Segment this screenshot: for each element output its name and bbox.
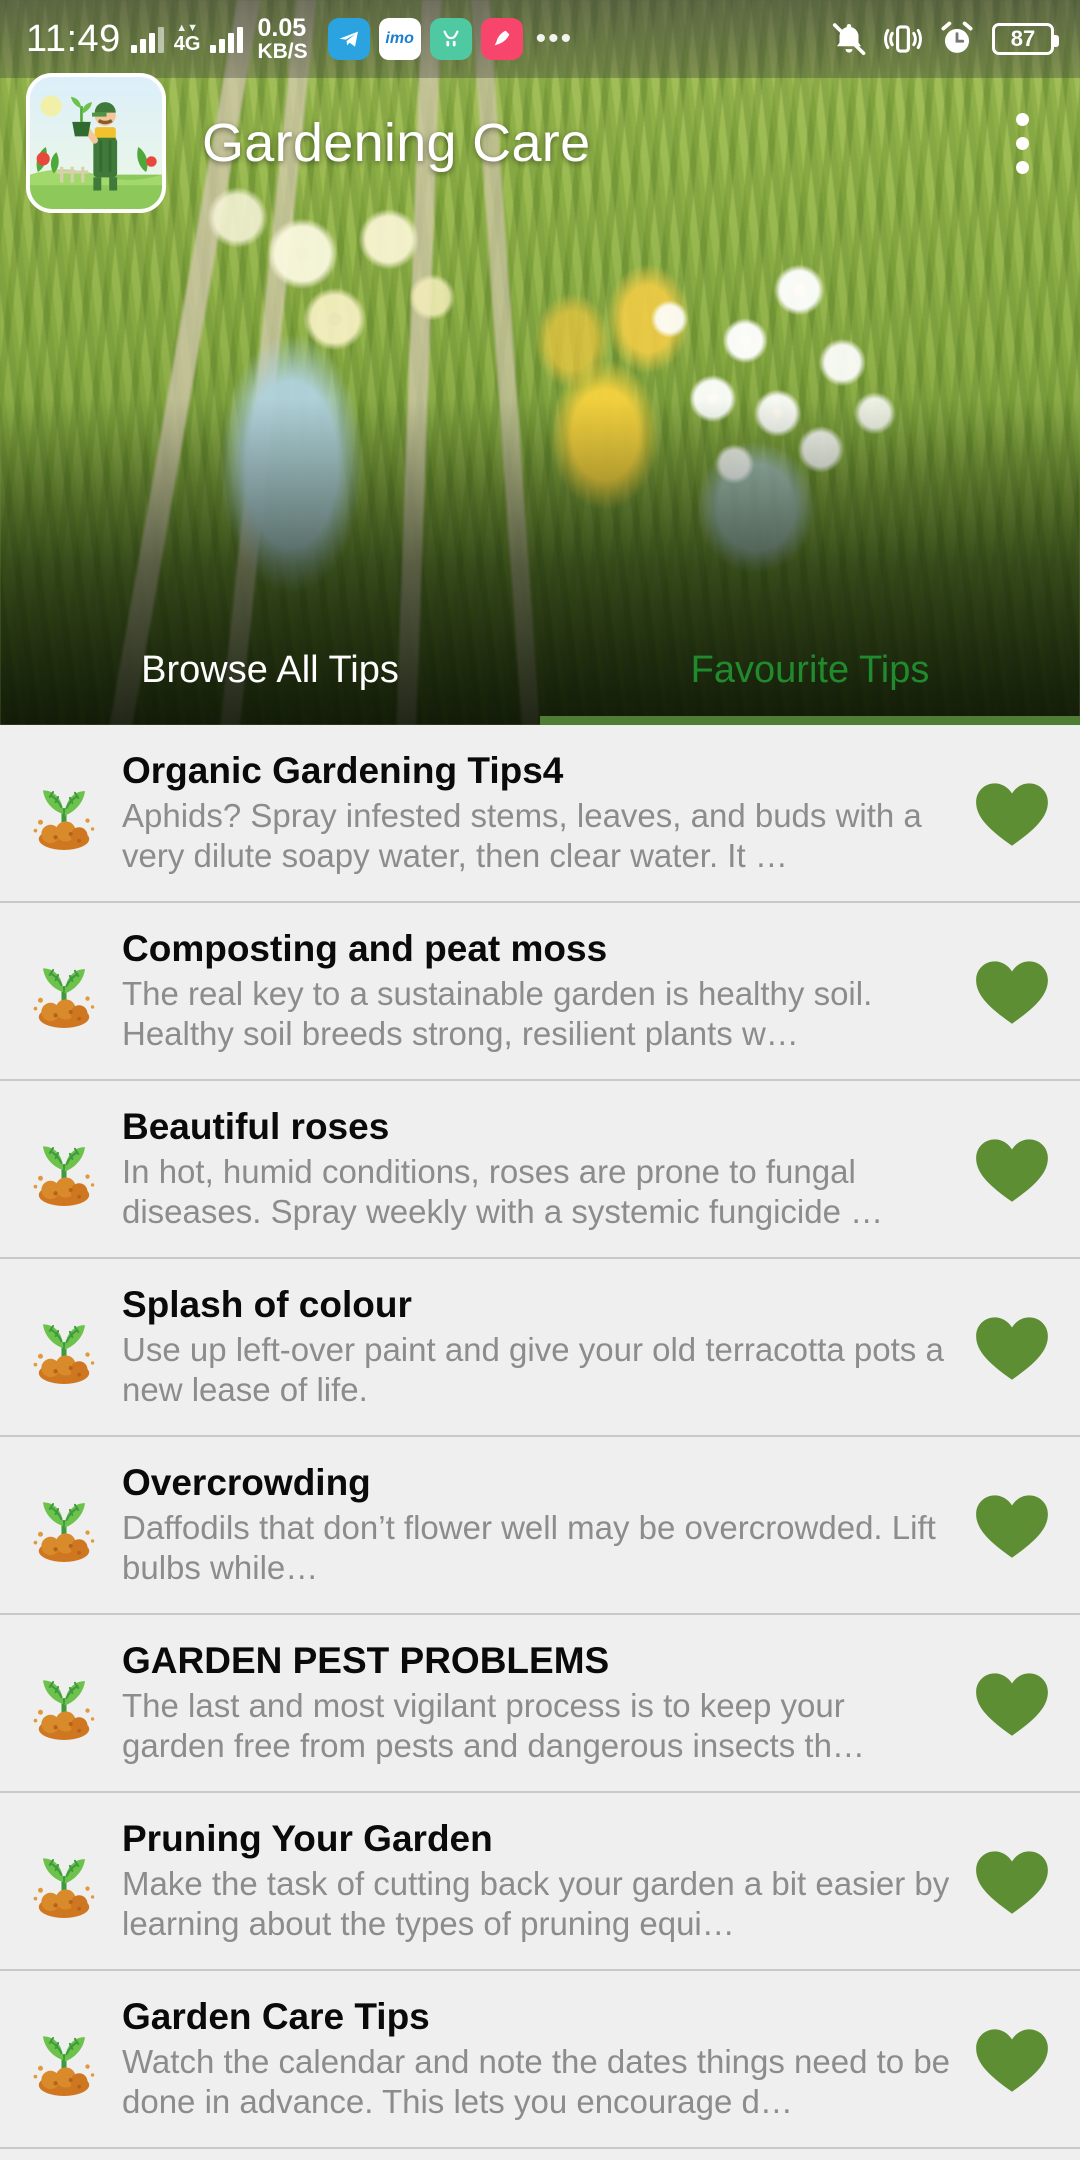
list-item-text: Beautiful roses In hot, humid conditions…: [110, 1106, 966, 1233]
seedling-icon: [18, 1648, 110, 1758]
overflow-menu-button[interactable]: [990, 95, 1054, 191]
list-item[interactable]: Composting and peat moss The real key to…: [0, 903, 1080, 1081]
favourite-button[interactable]: [966, 777, 1058, 849]
status-bar: 11:49 ▲▼ 4G 0.05 KB/S imo ••• 87: [0, 0, 1080, 78]
signal-bars-4g-icon: [210, 25, 244, 53]
heart-icon: [976, 961, 1048, 1024]
app-bar: Gardening Care: [0, 73, 1080, 213]
list-item[interactable]: Pruning Your Garden Make the task of cut…: [0, 1793, 1080, 1971]
seedling-icon: [18, 936, 110, 1046]
ringer-muted-icon: [830, 20, 868, 58]
network-speed-unit: KB/S: [257, 40, 308, 64]
list-item-description: Make the task of cutting back your garde…: [122, 1864, 950, 1942]
notification-app-icons: imo •••: [327, 18, 574, 60]
favourite-button[interactable]: [966, 1133, 1058, 1205]
seedling-icon: [18, 2004, 110, 2114]
imo-app-icon: imo: [378, 18, 421, 60]
list-item[interactable]: Splash of colour Use up left-over paint …: [0, 1259, 1080, 1437]
list-item-description: The last and most vigilant process is to…: [122, 1686, 865, 1764]
list-item-text: Pruning Your Garden Make the task of cut…: [110, 1818, 966, 1945]
page-title: Gardening Care: [202, 113, 591, 173]
telegram-app-icon: [327, 18, 370, 60]
favourite-button[interactable]: [966, 2023, 1058, 2095]
more-apps-icon: •••: [535, 22, 574, 55]
heart-icon: [976, 1495, 1048, 1558]
status-bar-left: 11:49 ▲▼ 4G 0.05 KB/S imo •••: [26, 13, 574, 64]
list-item[interactable]: Beautiful roses In hot, humid conditions…: [0, 1081, 1080, 1259]
list-item-title: GARDEN PEST PROBLEMS: [122, 1639, 610, 1681]
favourite-button[interactable]: [966, 1667, 1058, 1739]
data-transfer-arrows-icon: ▲▼: [176, 22, 199, 34]
gardener-app-logo[interactable]: [26, 73, 166, 213]
heart-icon: [976, 1673, 1048, 1736]
hero-header: 11:49 ▲▼ 4G 0.05 KB/S imo ••• 87 Gardeni…: [0, 0, 1080, 725]
list-item[interactable]: Overcrowding Daffodils that don’t flower…: [0, 1437, 1080, 1615]
signal-bars-icon: [130, 25, 164, 53]
favourite-button[interactable]: [966, 955, 1058, 1027]
status-time: 11:49: [26, 17, 121, 60]
red-app-icon: [480, 18, 523, 60]
battery-level-label: 87: [1010, 26, 1036, 51]
seedling-icon: [18, 1114, 110, 1224]
network-speed-value: 0.05: [257, 13, 307, 42]
tab-bar: Browse All Tips Favourite Tips: [0, 615, 1080, 725]
overflow-dot: [1015, 136, 1029, 150]
vibrate-icon: [884, 20, 922, 58]
favourite-button[interactable]: [966, 1489, 1058, 1561]
heart-icon: [976, 783, 1048, 846]
list-item-text: Garden Care Tips Watch the calendar and …: [110, 1996, 966, 2123]
heart-icon: [976, 1317, 1048, 1380]
battery-icon: 87: [992, 23, 1059, 55]
list-item-title: Beautiful roses: [122, 1105, 390, 1147]
list-item-title: Organic Gardening Tips4: [122, 749, 564, 791]
network-type-group: ▲▼ 4G: [173, 22, 201, 55]
tab-favourite-tips[interactable]: Favourite Tips: [540, 615, 1080, 725]
list-item-description: Aphids? Spray infested stems, leaves, an…: [122, 796, 922, 874]
list-item-description: Daffodils that don’t flower well may be …: [122, 1508, 936, 1586]
heart-icon: [976, 1139, 1048, 1202]
list-item-text: GARDEN PEST PROBLEMS The last and most v…: [110, 1640, 966, 1767]
list-item-title: Composting and peat moss: [122, 927, 608, 969]
alarm-clock-icon: [938, 20, 976, 58]
tab-browse-all-tips[interactable]: Browse All Tips: [0, 615, 540, 725]
overflow-dot: [1015, 112, 1029, 126]
list-item-title: Pruning Your Garden: [122, 1817, 493, 1859]
list-item-text: Composting and peat moss The real key to…: [110, 928, 966, 1055]
list-item-title: Splash of colour: [122, 1283, 412, 1325]
list-item-title: Garden Care Tips: [122, 1995, 430, 2037]
overflow-dot: [1015, 160, 1029, 174]
list-item-text: Overcrowding Daffodils that don’t flower…: [110, 1462, 966, 1589]
seedling-icon: [18, 1470, 110, 1580]
list-item[interactable]: Garden Care Tips Watch the calendar and …: [0, 1971, 1080, 2149]
list-item-text: Splash of colour Use up left-over paint …: [110, 1284, 966, 1411]
list-item[interactable]: Organic Gardening Tips4 Aphids? Spray in…: [0, 725, 1080, 903]
list-item-description: The real key to a sustainable garden is …: [122, 974, 873, 1052]
tab-indicator: [540, 716, 1080, 725]
status-bar-right: 87: [830, 20, 1059, 58]
seedling-icon: [18, 1826, 110, 1936]
list-item-description: Use up left-over paint and give your old…: [122, 1330, 944, 1408]
list-item-text: Organic Gardening Tips4 Aphids? Spray in…: [110, 750, 966, 877]
tips-list[interactable]: Organic Gardening Tips4 Aphids? Spray in…: [0, 725, 1080, 2149]
imo-app-label: imo: [385, 30, 414, 47]
green-app-icon: [429, 18, 472, 60]
list-item-title: Overcrowding: [122, 1461, 371, 1503]
heart-icon: [976, 2029, 1048, 2092]
favourite-button[interactable]: [966, 1311, 1058, 1383]
network-type-label: 4G: [173, 33, 201, 55]
heart-icon: [976, 1851, 1048, 1914]
seedling-icon: [18, 758, 110, 868]
list-item-description: Watch the calendar and note the dates th…: [122, 2042, 951, 2120]
list-item-description: In hot, humid conditions, roses are pron…: [122, 1152, 884, 1230]
list-item[interactable]: GARDEN PEST PROBLEMS The last and most v…: [0, 1615, 1080, 1793]
seedling-icon: [18, 1292, 110, 1402]
network-speed: 0.05 KB/S: [257, 13, 308, 64]
favourite-button[interactable]: [966, 1845, 1058, 1917]
